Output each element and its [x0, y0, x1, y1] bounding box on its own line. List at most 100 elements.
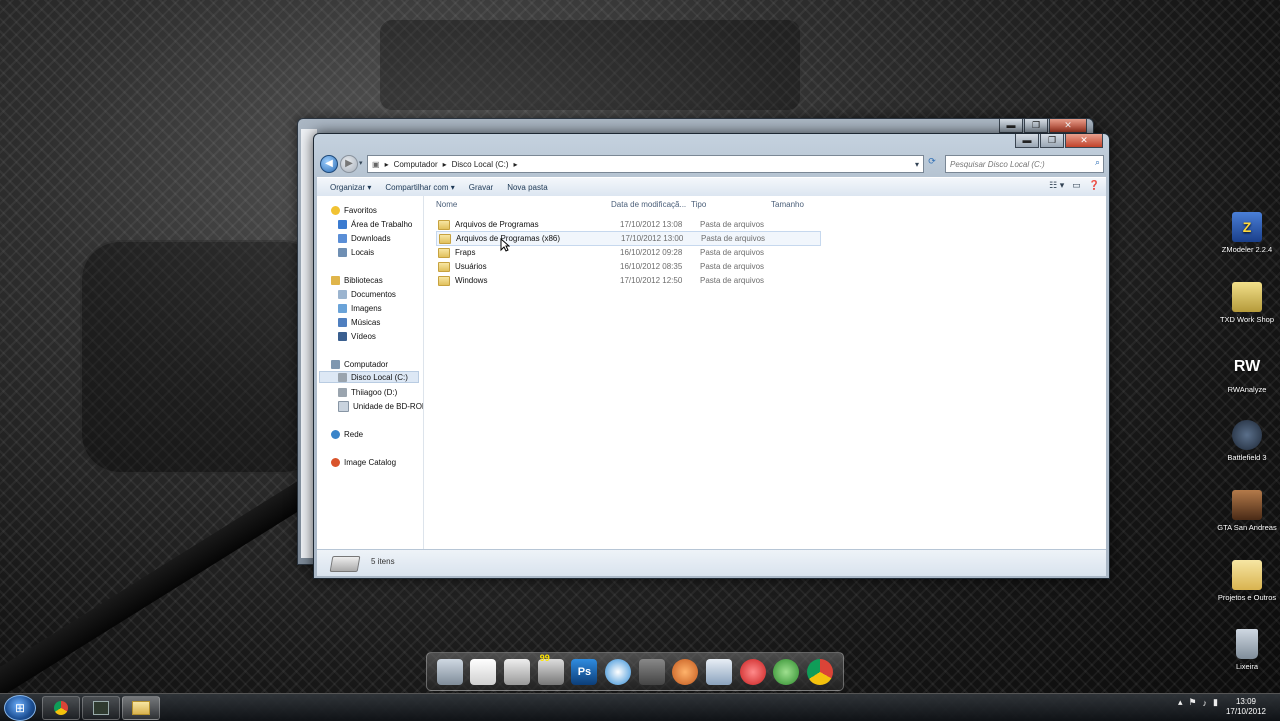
- camera-dock-icon[interactable]: [706, 658, 733, 685]
- search-icon[interactable]: ⌕: [1095, 157, 1100, 168]
- column-header-date[interactable]: Data de modificaçã...: [611, 200, 686, 209]
- photoshop-dock-icon[interactable]: Ps: [571, 658, 598, 685]
- file-type: Pasta de arquivos: [700, 276, 765, 285]
- trash-dock-icon[interactable]: [436, 658, 463, 685]
- nav-computer[interactable]: Computador: [331, 358, 388, 370]
- file-type: Pasta de arquivos: [701, 234, 766, 243]
- taskbar-explorer[interactable]: [122, 696, 160, 720]
- file-name: Arquivos de Programas (x86): [456, 234, 561, 243]
- nav-item-label: Imagens: [351, 303, 382, 313]
- breadcrumb-separator: ▸: [384, 159, 389, 169]
- back-button[interactable]: ◀: [320, 155, 338, 173]
- organize-button[interactable]: Organizar ▾: [323, 183, 378, 192]
- taskbar-app[interactable]: [82, 696, 120, 720]
- paint-dock-icon[interactable]: [739, 658, 766, 685]
- desktop-icon-label: Battlefield 3: [1227, 453, 1267, 462]
- nav-image-catalog[interactable]: Image Catalog: [331, 456, 396, 468]
- search-input[interactable]: [946, 156, 1089, 172]
- music-icon: [338, 317, 347, 327]
- app-icon: [93, 701, 109, 715]
- help-icon[interactable]: ❓: [1089, 180, 1100, 191]
- computer-icon: [331, 359, 340, 369]
- maximize-button[interactable]: ❐: [1040, 134, 1064, 148]
- nav-item-videos[interactable]: Vídeos: [338, 330, 376, 342]
- volume-tray-icon[interactable]: ♪: [1203, 698, 1208, 708]
- breadcrumb-disco-local[interactable]: Disco Local (C:): [452, 160, 509, 169]
- nav-libraries[interactable]: Bibliotecas: [331, 274, 383, 286]
- share-button[interactable]: Compartilhar com ▾: [378, 183, 461, 192]
- messenger-dock-icon[interactable]: [773, 658, 800, 685]
- file-date: 16/10/2012 08:35: [620, 262, 683, 271]
- file-list: Nome Data de modificaçã... Tipo Tamanho …: [424, 196, 1106, 550]
- gta-icon: [1232, 490, 1262, 520]
- burn-button[interactable]: Gravar: [462, 183, 500, 192]
- power-tray-icon[interactable]: ▮: [1213, 697, 1218, 708]
- nav-item-thiiagoo[interactable]: Thiiagoo (D:): [338, 386, 397, 398]
- preview-pane-icon[interactable]: ▭: [1072, 180, 1081, 191]
- clock[interactable]: 13:09 17/10/2012: [1226, 697, 1266, 717]
- close-button[interactable]: ✕: [1049, 119, 1087, 133]
- monitor-dock-icon[interactable]: 99: [537, 653, 564, 685]
- refresh-icon[interactable]: ⟳: [925, 156, 939, 170]
- hand-dock-icon[interactable]: [672, 658, 699, 685]
- file-date: 17/10/2012 13:08: [620, 220, 683, 229]
- desktop-icon-rwanalyze[interactable]: RW RWAnalyze: [1212, 352, 1280, 394]
- desktop-icon-gta[interactable]: GTA San Andreas: [1212, 490, 1280, 532]
- show-hidden-icons[interactable]: ▴: [1178, 697, 1183, 708]
- zmodeler-icon: Z: [1232, 212, 1262, 242]
- minimize-button[interactable]: ▬: [1015, 134, 1039, 148]
- recent-pages-icon[interactable]: ▾: [359, 159, 363, 167]
- file-name: Usuários: [455, 262, 487, 271]
- nav-item-desktop[interactable]: Área de Trabalho: [338, 218, 412, 230]
- nav-item-label: Thiiagoo (D:): [351, 387, 398, 397]
- file-name: Windows: [455, 276, 488, 285]
- desktop-icon-projetos[interactable]: Projetos e Outros: [1212, 560, 1280, 602]
- nav-item-label: Documentos: [351, 289, 396, 299]
- forward-button[interactable]: ▶: [340, 155, 358, 173]
- desktop-icon-battlefield[interactable]: Battlefield 3: [1212, 420, 1280, 462]
- start-button[interactable]: ⊞: [4, 695, 36, 721]
- column-header-name[interactable]: Nome: [436, 200, 457, 209]
- nav-item-disco-local[interactable]: Disco Local (C:): [319, 371, 419, 383]
- command-bar: Organizar ▾ Compartilhar com ▾ Gravar No…: [317, 177, 1106, 197]
- nav-item-music[interactable]: Músicas: [338, 316, 380, 328]
- chrome-dock-icon[interactable]: [807, 658, 834, 685]
- file-row[interactable]: Usuários 16/10/2012 08:35 Pasta de arqui…: [436, 260, 819, 273]
- drive-dock-icon[interactable]: [504, 658, 531, 685]
- file-row[interactable]: Arquivos de Programas 17/10/2012 13:08 P…: [436, 218, 819, 231]
- folder-icon: [439, 233, 451, 244]
- nav-item-images[interactable]: Imagens: [338, 302, 382, 314]
- taskbar-chrome[interactable]: [42, 696, 80, 720]
- desktop-icon-zmodeler[interactable]: Z ZModeler 2.2.4: [1212, 212, 1280, 254]
- computer-icon: ▣: [372, 159, 380, 169]
- column-header-type[interactable]: Tipo: [691, 200, 706, 209]
- close-button[interactable]: ✕: [1065, 134, 1103, 148]
- desktop-icon-txd-workshop[interactable]: TXD Work Shop: [1212, 282, 1280, 324]
- address-dropdown-icon[interactable]: ▾: [915, 160, 919, 169]
- file-type: Pasta de arquivos: [700, 248, 765, 257]
- file-row[interactable]: Fraps 16/10/2012 09:28 Pasta de arquivos: [436, 246, 819, 259]
- nav-favorites[interactable]: Favoritos: [331, 204, 377, 216]
- view-options-icon[interactable]: ☷ ▾: [1049, 180, 1064, 191]
- dock: 99 Ps: [426, 652, 844, 691]
- breadcrumb-computer[interactable]: Computador: [394, 160, 438, 169]
- column-header-size[interactable]: Tamanho: [771, 200, 804, 209]
- teamviewer-dock-icon[interactable]: [605, 658, 632, 685]
- desktop-icon-recycle-bin[interactable]: Lixeira: [1212, 629, 1280, 671]
- nav-item-downloads[interactable]: Downloads: [338, 232, 391, 244]
- minimize-button[interactable]: ▬: [999, 119, 1023, 133]
- nav-item-bd-rom[interactable]: Unidade de BD-ROM: [338, 400, 423, 412]
- file-row[interactable]: Arquivos de Programas (x86) 17/10/2012 1…: [436, 231, 821, 246]
- document-dock-icon[interactable]: [470, 658, 497, 685]
- nav-item-label: Disco Local (C:): [351, 372, 408, 382]
- tool-dock-icon[interactable]: [638, 658, 665, 685]
- recycle-bin-icon: [1236, 629, 1258, 659]
- maximize-button[interactable]: ❐: [1024, 119, 1048, 133]
- nav-item-documents[interactable]: Documentos: [338, 288, 396, 300]
- file-row[interactable]: Windows 17/10/2012 12:50 Pasta de arquiv…: [436, 274, 819, 287]
- address-bar[interactable]: ▣ ▸ Computador ▸ Disco Local (C:) ▸ ▾: [367, 155, 924, 173]
- nav-item-locais[interactable]: Locais: [338, 246, 374, 258]
- nav-network[interactable]: Rede: [331, 428, 363, 440]
- new-folder-button[interactable]: Nova pasta: [500, 183, 554, 192]
- network-tray-icon[interactable]: ⚑: [1188, 697, 1196, 708]
